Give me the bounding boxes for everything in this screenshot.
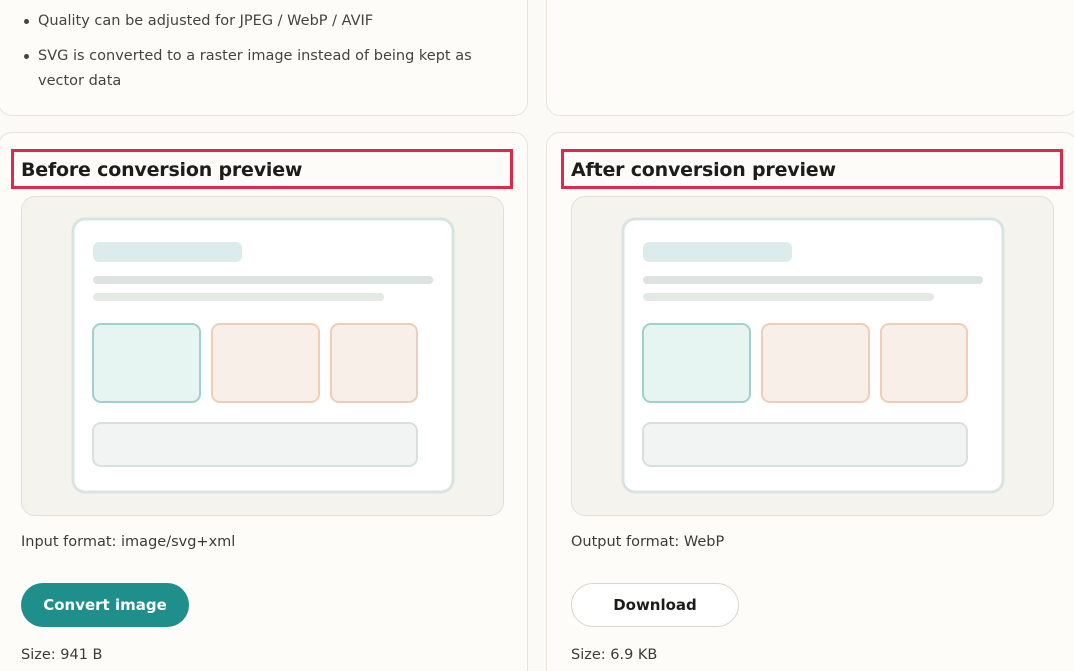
preview-illustration xyxy=(71,217,455,494)
empty-card xyxy=(546,0,1074,116)
note-text: SVG is converted to a raster image inste… xyxy=(38,48,472,89)
after-heading: After conversion preview xyxy=(571,159,836,181)
after-preview-image xyxy=(571,196,1054,516)
input-size-text: Size: 941 B xyxy=(21,647,103,663)
after-preview-card: After conversion preview Output format: … xyxy=(546,132,1074,671)
output-format-text: Output format: WebP xyxy=(571,534,725,550)
bullet-icon xyxy=(24,54,29,59)
before-preview-card: Before conversion preview Input format: … xyxy=(0,132,528,671)
note-text: Quality can be adjusted for JPEG / WebP … xyxy=(38,13,374,29)
preview-illustration xyxy=(621,217,1005,494)
list-item: Quality can be adjusted for JPEG / WebP … xyxy=(21,9,491,34)
notes-card: Quality can be adjusted for JPEG / WebP … xyxy=(0,0,528,116)
input-format-text: Input format: image/svg+xml xyxy=(21,534,236,550)
bullet-icon xyxy=(24,19,29,24)
before-heading: Before conversion preview xyxy=(21,159,303,181)
output-size-text: Size: 6.9 KB xyxy=(571,647,658,663)
list-item: SVG is converted to a raster image inste… xyxy=(21,44,491,94)
convert-image-button[interactable]: Convert image xyxy=(21,583,189,627)
before-heading-box: Before conversion preview xyxy=(11,149,513,189)
before-preview-image xyxy=(21,196,504,516)
after-heading-box: After conversion preview xyxy=(561,149,1063,189)
notes-list: Quality can be adjusted for JPEG / WebP … xyxy=(21,9,491,104)
download-button[interactable]: Download xyxy=(571,583,739,627)
